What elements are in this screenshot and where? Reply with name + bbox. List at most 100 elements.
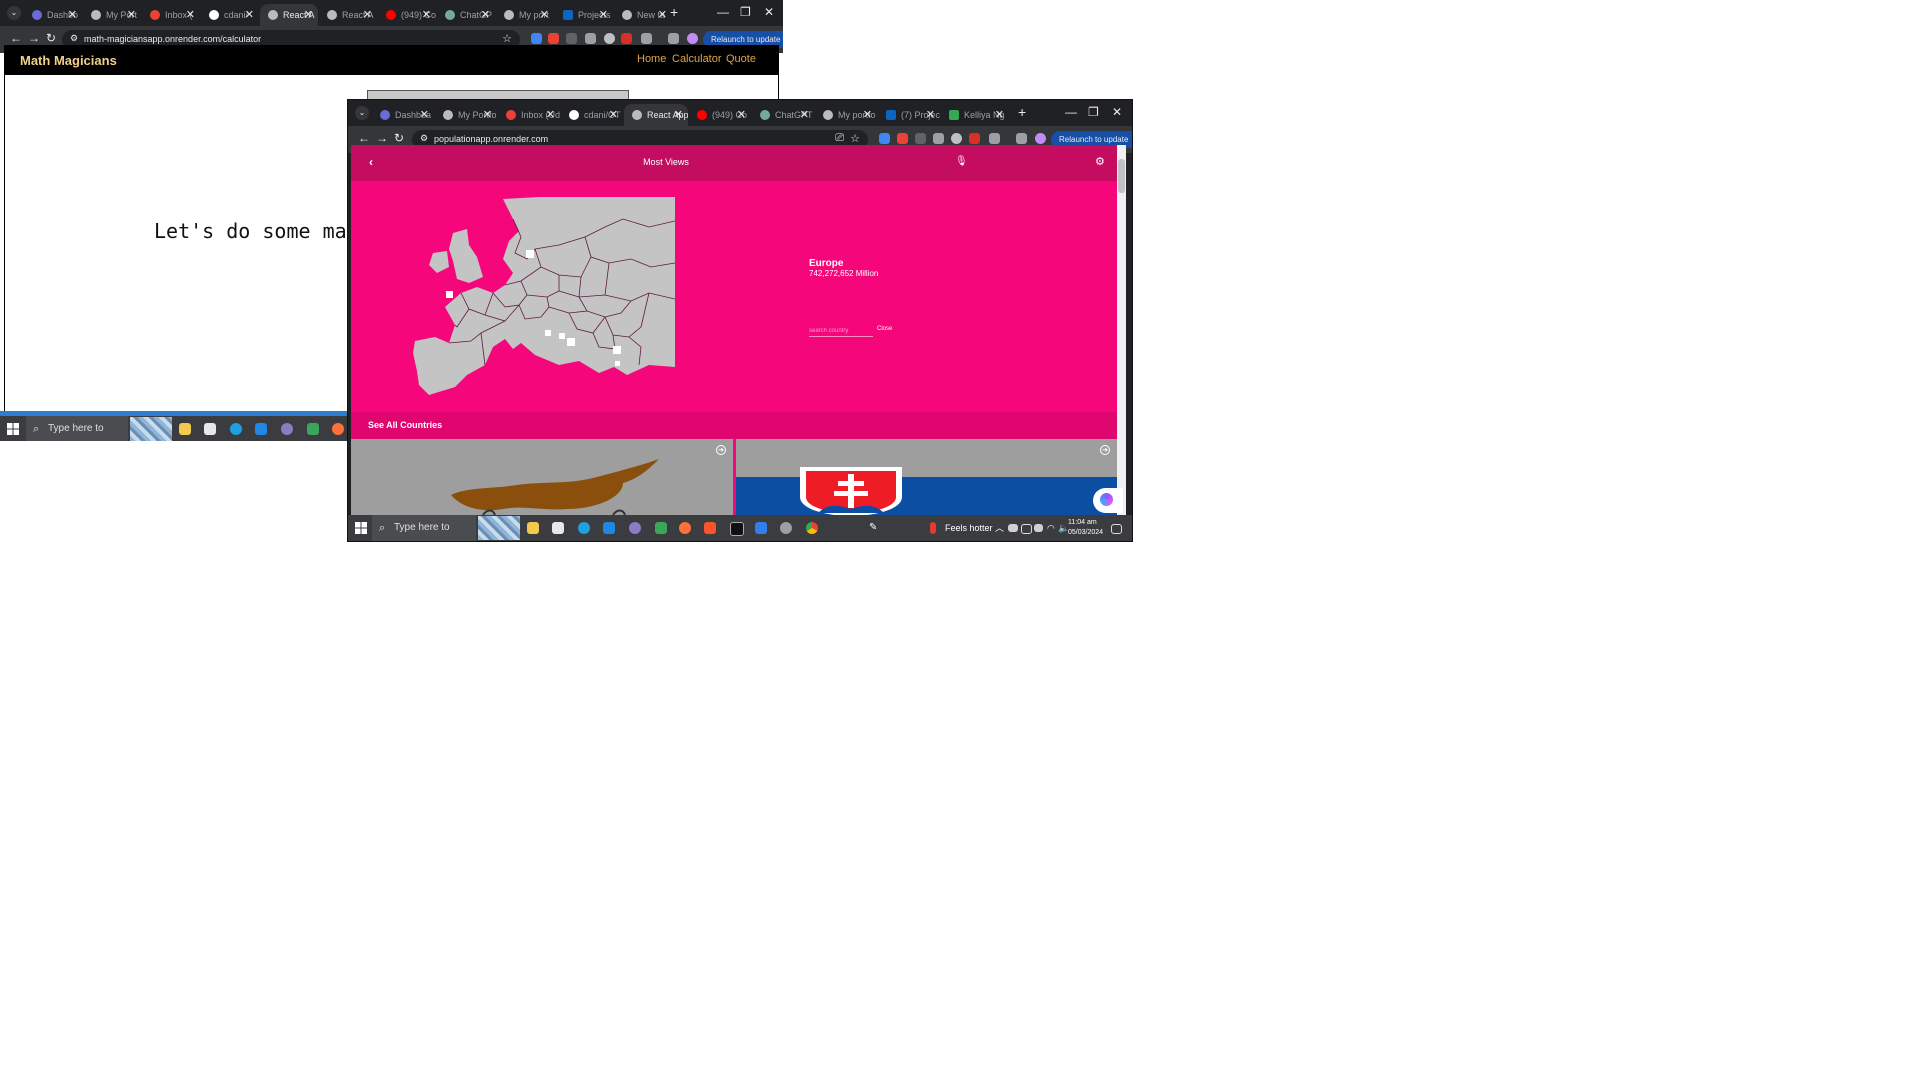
reload-icon[interactable]: ↻ <box>394 131 404 145</box>
tab[interactable]: Inbox (✕ <box>142 4 200 26</box>
maximize-icon[interactable]: ❐ <box>740 5 751 19</box>
extension-icon[interactable] <box>915 133 926 144</box>
tab[interactable]: cdani/OT ✕ <box>561 104 623 126</box>
tab[interactable]: Dashbo ✕ <box>24 4 82 26</box>
tab[interactable]: Dashboa ✕ <box>372 104 434 126</box>
europe-map[interactable] <box>409 197 675 395</box>
map-marker[interactable] <box>613 346 621 354</box>
notifications-icon[interactable] <box>1111 524 1122 534</box>
site-info-icon[interactable]: ⚙ <box>70 33 78 44</box>
close-tab-icon[interactable]: ✕ <box>658 8 667 21</box>
file-explorer-icon[interactable] <box>527 522 539 534</box>
tab[interactable]: My Portfo ✕ <box>435 104 497 126</box>
tablet-icon[interactable] <box>1021 524 1032 534</box>
arrow-circle-right-icon[interactable]: ➜ <box>716 445 726 455</box>
close-tab-icon[interactable]: ✕ <box>674 108 683 121</box>
close-tab-icon[interactable]: ✕ <box>926 108 935 121</box>
extension-icon[interactable] <box>933 133 944 144</box>
extension-icon[interactable] <box>585 33 596 44</box>
chevron-up-icon[interactable]: ︿ <box>995 515 1004 541</box>
close-tab-icon[interactable]: ✕ <box>420 108 429 121</box>
pen-icon[interactable]: ✎ <box>869 522 881 534</box>
close-tab-icon[interactable]: ✕ <box>483 108 492 121</box>
tab[interactable]: (7) Project ✕ <box>878 104 940 126</box>
map-marker[interactable] <box>545 330 551 336</box>
more-menu-icon[interactable]: ⋮ <box>1129 131 1132 148</box>
map-marker[interactable] <box>526 250 534 258</box>
chrome-icon[interactable] <box>806 522 818 534</box>
app-icon[interactable] <box>281 423 293 435</box>
close-tab-icon[interactable]: ✕ <box>481 8 490 21</box>
tab-search-button[interactable]: ⌄ <box>7 6 21 20</box>
tab[interactable]: (949) Co ✕ <box>378 4 436 26</box>
maximize-icon[interactable]: ❐ <box>1088 105 1099 119</box>
close-tab-icon[interactable]: ✕ <box>995 108 1004 121</box>
map-marker[interactable] <box>559 333 565 339</box>
tab[interactable]: My portfo ✕ <box>815 104 877 126</box>
install-app-icon[interactable]: ⎚ <box>835 132 844 145</box>
extensions-puzzle-icon[interactable] <box>989 133 1000 144</box>
tab[interactable]: My Port ✕ <box>83 4 141 26</box>
back-arrow-icon[interactable]: ← <box>358 131 370 145</box>
close-tab-icon[interactable]: ✕ <box>800 108 809 121</box>
tab[interactable]: Kelliya Ng ✕ <box>941 104 1009 126</box>
extension-icon[interactable] <box>969 133 980 144</box>
minimize-icon[interactable]: — <box>717 5 729 19</box>
taskbar-search-box[interactable]: ⌕ Type here to search <box>26 416 128 441</box>
store-icon[interactable] <box>552 522 564 534</box>
bookmark-star-icon[interactable]: ☆ <box>502 32 512 45</box>
new-tab-icon[interactable]: + <box>670 4 678 20</box>
widgets-image[interactable] <box>130 417 172 441</box>
page-scrollbar[interactable] <box>1117 145 1126 516</box>
country-card-cyprus[interactable]: ➜ <box>351 439 733 516</box>
back-arrow-icon[interactable]: ← <box>10 31 22 45</box>
vscode-icon[interactable] <box>755 522 767 534</box>
bookmark-star-icon[interactable]: ☆ <box>850 132 860 145</box>
tab[interactable]: cdani/✕ <box>201 4 259 26</box>
taskbar-search-box[interactable]: ⌕ Type here to search <box>372 515 476 541</box>
extension-icon[interactable] <box>621 33 632 44</box>
cloud-icon[interactable] <box>1008 524 1018 532</box>
close-tab-icon[interactable]: ✕ <box>68 8 77 21</box>
extension-icon[interactable] <box>897 133 908 144</box>
tab[interactable]: React A ✕ <box>319 4 377 26</box>
tab-search-button[interactable]: ⌄ <box>355 106 369 120</box>
windows-start-icon[interactable] <box>355 522 367 534</box>
tab[interactable]: Projects ✕ <box>555 4 613 26</box>
side-panel-icon[interactable] <box>1016 133 1027 144</box>
extension-icon[interactable] <box>879 133 890 144</box>
app-icon[interactable] <box>655 522 667 534</box>
close-tab-icon[interactable]: ✕ <box>609 108 618 121</box>
tab-active[interactable]: React A ✕ <box>260 4 318 26</box>
close-tab-icon[interactable]: ✕ <box>304 8 313 21</box>
app-icon[interactable] <box>780 522 792 534</box>
tab[interactable]: (949) Co ✕ <box>689 104 751 126</box>
extension-icon[interactable] <box>531 33 542 44</box>
gear-icon[interactable]: ⚙ <box>1095 155 1105 168</box>
map-marker[interactable] <box>446 291 453 298</box>
nav-link-home[interactable]: Home <box>637 53 666 65</box>
close-tab-icon[interactable]: ✕ <box>363 8 372 21</box>
nav-link-quote[interactable]: Quote <box>726 53 756 65</box>
widgets-image[interactable] <box>478 516 520 540</box>
app-icon[interactable] <box>629 522 641 534</box>
firefox-icon[interactable] <box>679 522 691 534</box>
forward-arrow-icon[interactable]: → <box>376 131 388 145</box>
search-country-input[interactable] <box>809 325 873 337</box>
close-tab-icon[interactable]: ✕ <box>127 8 136 21</box>
edge-icon[interactable] <box>578 522 590 534</box>
minimize-icon[interactable]: — <box>1065 105 1077 119</box>
clock-date[interactable]: 05/03/2024 <box>1068 520 1103 541</box>
country-card-slovakia[interactable]: ➜ <box>736 439 1117 516</box>
avatar[interactable] <box>687 33 698 44</box>
extension-icon[interactable] <box>548 33 559 44</box>
extensions-puzzle-icon[interactable] <box>641 33 652 44</box>
more-menu-icon[interactable]: ⋮ <box>781 31 783 48</box>
new-tab-icon[interactable]: + <box>1018 104 1026 120</box>
side-panel-icon[interactable] <box>668 33 679 44</box>
close-window-icon[interactable]: ✕ <box>764 5 774 19</box>
microphone-icon[interactable]: 🎙 <box>955 156 968 167</box>
close-tab-icon[interactable]: ✕ <box>422 8 431 21</box>
tab[interactable]: New ta ✕ <box>614 4 672 26</box>
close-tab-icon[interactable]: ✕ <box>245 8 254 21</box>
